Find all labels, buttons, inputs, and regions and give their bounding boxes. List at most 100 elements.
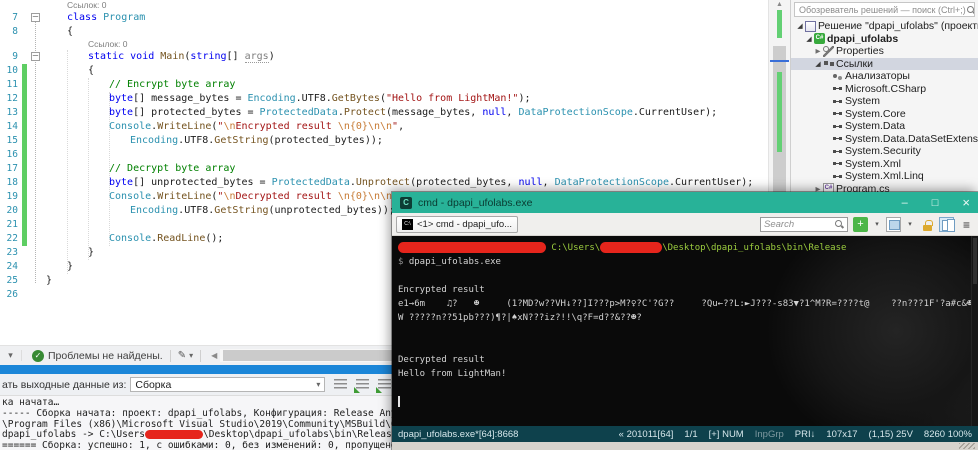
code-line: 9– static void Main(string[] args) — [12, 51, 275, 63]
code-line: 11// Encrypt byte array — [6, 78, 236, 92]
lock-icon[interactable] — [919, 217, 934, 232]
output-source-label: ать выходные данные из: — [2, 378, 127, 391]
expanded-arrow-icon[interactable]: ◢ — [804, 35, 814, 43]
split-dropdown-icon[interactable]: ▾ — [0, 350, 22, 361]
change-mark — [777, 72, 782, 152]
scroll-left-arrow-icon[interactable]: ◀ — [211, 351, 217, 360]
tree-item[interactable]: ◢ C# dpapi_ufolabs — [791, 33, 978, 46]
console-line: Hello from LightMan! — [398, 369, 507, 379]
wrench-icon — [823, 45, 834, 57]
close-button[interactable]: × — [962, 195, 970, 210]
divider — [169, 349, 171, 362]
menu-button[interactable]: ≡ — [959, 217, 974, 232]
find-message-icon[interactable] — [334, 378, 348, 391]
new-console-button[interactable]: + — [853, 216, 868, 232]
status-segment: [+] NUM — [708, 428, 744, 440]
tree-item-label: System.Data.DataSetExtensions — [845, 132, 978, 145]
resize-grip[interactable] — [959, 443, 975, 449]
console-lines: C:\Users\ \Desktop\dpapi_ufolabs\bin\Rele… — [398, 241, 978, 409]
console-scrollbar[interactable] — [971, 236, 978, 426]
asm-icon — [832, 158, 843, 169]
code-line: 7– class Program — [12, 12, 146, 23]
tree-item-label: Microsoft.CSharp — [845, 82, 927, 95]
asm-icon — [832, 146, 843, 157]
pen-icon[interactable]: ✎ — [178, 350, 186, 361]
tree-item[interactable]: Анализаторы — [791, 70, 978, 83]
search-placeholder: Search — [764, 218, 795, 230]
code-line: 16 — [0, 148, 768, 162]
console-output[interactable]: C:\Users\ \Desktop\dpapi_ufolabs\bin\Rele… — [392, 236, 978, 426]
tree-item-label: Решение "dpapi_ufolabs" (проекты: 1 из 1… — [818, 20, 978, 33]
redaction-blob — [600, 242, 663, 253]
tree-item-label: Анализаторы — [845, 70, 910, 83]
divider — [200, 349, 202, 362]
status-segment: « 201011[64] — [618, 428, 674, 440]
tree-item-label: System.Security — [845, 145, 921, 158]
output-source-value: Сборка — [135, 378, 172, 391]
csproj-icon: C# — [814, 33, 825, 45]
search-icon — [966, 5, 974, 15]
collapsed-arrow-icon[interactable]: ▶ — [813, 47, 823, 55]
console-line: Decrypted result — [398, 355, 485, 365]
tree-item[interactable]: System.Data.DataSetExtensions — [791, 133, 978, 146]
caret-position-mark — [770, 60, 789, 62]
asm-icon — [832, 121, 843, 132]
minimize-button[interactable]: – — [902, 197, 908, 209]
change-mark — [777, 10, 782, 38]
console-scrollbar-thumb[interactable] — [973, 238, 977, 284]
code-line: 17// Decrypt byte array — [6, 162, 236, 176]
tree-item[interactable]: System.Xml — [791, 158, 978, 171]
window-title: cmd - dpapi_ufolabs.exe — [418, 196, 533, 209]
tree-item[interactable]: ▶ Properties — [791, 45, 978, 58]
status-right-segments: « 201011[64] 1/1 [+] NUM InpGrp PRI↓ 107x17 (1… — [608, 429, 972, 440]
tree-item-label: Properties — [836, 45, 884, 58]
tree-item[interactable]: Microsoft.CSharp — [791, 83, 978, 96]
tree-item-label: System.Xml.Linq — [845, 170, 924, 183]
no-problems-check-icon: ✓ — [32, 349, 44, 362]
output-source-combobox[interactable]: Сборка ▾ — [130, 377, 326, 392]
code-line: 18 byte[] unprotected_bytes = ProtectedDa… — [6, 176, 754, 190]
tree-item[interactable]: System.Core — [791, 108, 978, 121]
goto-previous-message-icon[interactable] — [354, 378, 370, 393]
expanded-arrow-icon[interactable]: ◢ — [813, 60, 823, 68]
tree-item[interactable]: ◢ Решение "dpapi_ufolabs" (проекты: 1 из … — [791, 20, 978, 33]
tree-item[interactable]: System.Xml.Linq — [791, 170, 978, 183]
tree-item[interactable]: System.Data — [791, 120, 978, 133]
conemu-titlebar[interactable]: C cmd - dpapi_ufolabs.exe – □ × — [392, 192, 978, 213]
chevron-down-icon[interactable]: ▾ — [906, 220, 914, 228]
console-line — [398, 395, 978, 409]
status-segment: InpGrp — [754, 428, 784, 440]
status-process-label: dpapi_ufolabs.exe*[64]:8668 — [398, 428, 519, 440]
expanded-arrow-icon[interactable]: ◢ — [795, 22, 805, 30]
tree-item[interactable]: System — [791, 95, 978, 108]
window-mode-button[interactable] — [886, 216, 901, 232]
code-line: 15 Encoding.UTF8.GetString(protected_byte… — [6, 134, 383, 148]
conemu-tabbar: C:\ <1> cmd - dpapi_ufo... Search + ▾ ▾ … — [392, 213, 978, 236]
code-line: 14 Console.WriteLine("\nEncrypted result … — [6, 120, 405, 134]
asm-icon — [832, 83, 843, 94]
solution-explorer-search-input[interactable]: Обозреватель решений — поиск (Ctrl+;) — [794, 2, 975, 17]
console-tab[interactable]: C:\ <1> cmd - dpapi_ufo... — [396, 215, 519, 233]
code-line: 10{ — [6, 64, 95, 78]
goto-next-message-icon[interactable] — [376, 378, 392, 393]
codelens-row: Ссылок: 0 — [88, 39, 128, 49]
asm-icon — [832, 133, 843, 144]
tree-item[interactable]: ◢ Ссылки — [791, 57, 978, 70]
chevron-down-icon[interactable]: ▾ — [189, 351, 193, 360]
conemu-window: C cmd - dpapi_ufolabs.exe – □ × C:\ <1> … — [391, 191, 978, 450]
tree-item[interactable]: System.Security — [791, 145, 978, 158]
cmd-icon: C:\ — [402, 218, 413, 230]
console-line: e1→6m ♫? ☻ (1?MD?w??VH↓??]I???p>M?♀?C'?G… — [398, 299, 978, 309]
status-segment: (1,15) 25V — [868, 428, 913, 440]
split-panes-button[interactable] — [939, 216, 954, 232]
console-cursor — [398, 396, 400, 407]
search-icon — [834, 219, 844, 229]
code-line: 12 byte[] message_bytes = Encoding.UTF8.G… — [6, 92, 531, 106]
conemu-search-input[interactable]: Search — [760, 216, 848, 232]
scroll-up-arrow-icon[interactable]: ▲ — [769, 1, 790, 8]
chevron-down-icon[interactable]: ▾ — [873, 220, 881, 228]
console-tab-label: <1> cmd - dpapi_ufo... — [417, 218, 513, 230]
maximize-button[interactable]: □ — [932, 197, 939, 209]
asm-icon — [832, 171, 843, 182]
